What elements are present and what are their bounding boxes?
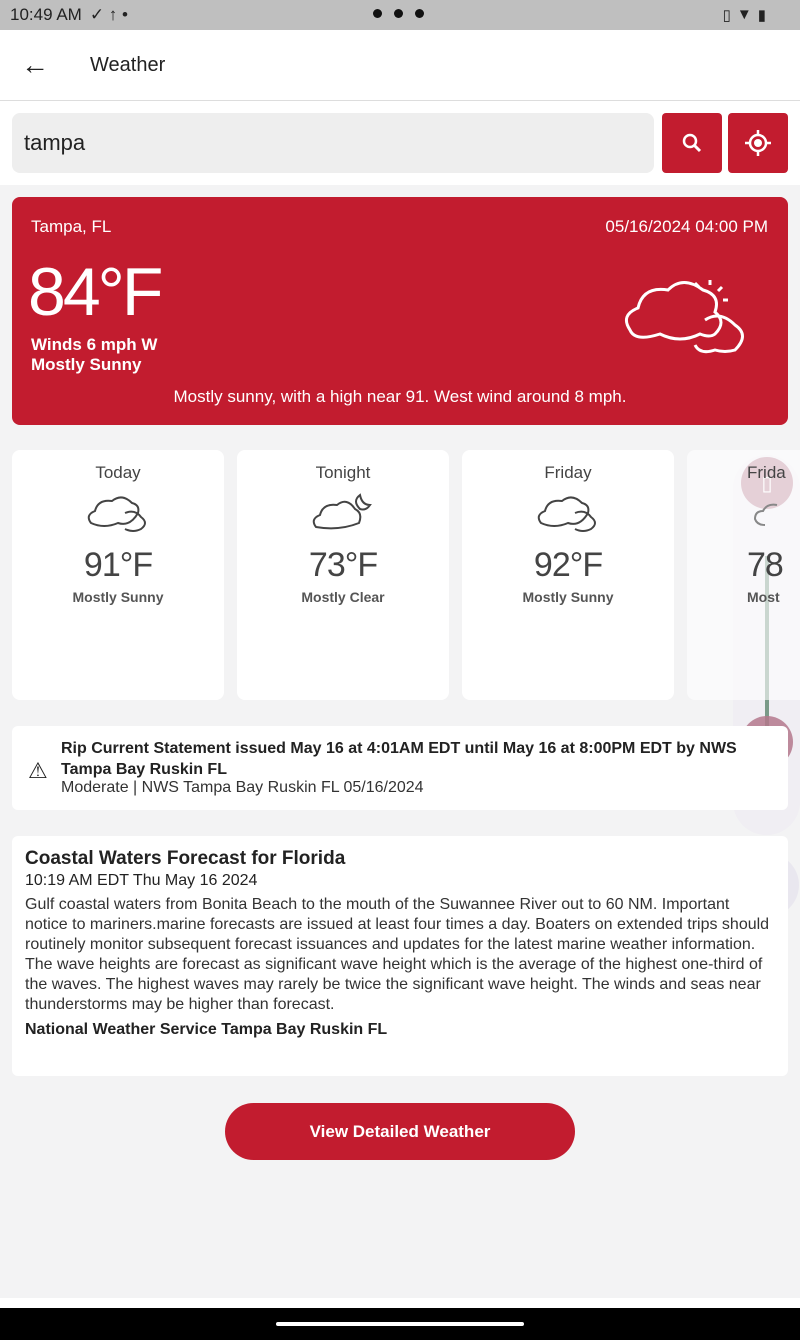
search-row: tampa xyxy=(0,101,800,185)
forecast-card[interactable]: Frida 78 Most xyxy=(687,450,800,700)
back-arrow-icon[interactable]: ← xyxy=(0,49,70,81)
view-detailed-weather-button[interactable]: View Detailed Weather xyxy=(225,1103,575,1160)
search-button[interactable] xyxy=(662,113,722,173)
search-icon xyxy=(682,133,702,153)
current-temperature: 84°F xyxy=(28,254,163,330)
wind-text: Winds 6 mph W xyxy=(31,335,158,354)
warning-icon: ⚠ xyxy=(28,758,48,783)
forecast-card[interactable]: Tonight 73°F Mostly Clear xyxy=(237,450,449,700)
wifi-icon: ▼ xyxy=(736,6,752,23)
camera-dots xyxy=(373,9,424,18)
bottom-spacer xyxy=(0,1298,800,1308)
system-icons: ▯ ▼ ▮ xyxy=(723,6,766,24)
forecast-card[interactable]: Today 91°F Mostly Sunny xyxy=(12,450,224,700)
period-condition: Mostly Sunny xyxy=(522,589,614,605)
period-temperature: 78 xyxy=(747,546,784,584)
partly-cloudy-night-icon xyxy=(312,493,372,530)
coastal-source: National Weather Service Tampa Bay Ruski… xyxy=(25,1021,388,1038)
app-bar: ← Weather xyxy=(0,30,800,101)
partly-sunny-icon xyxy=(87,496,146,532)
coastal-title: Coastal Waters Forecast for Florida xyxy=(25,848,346,869)
navigation-bar xyxy=(0,1308,800,1340)
cloud-icon xyxy=(753,503,778,526)
partly-sunny-icon xyxy=(537,496,596,532)
coastal-body: Gulf coastal waters from Bonita Beach to… xyxy=(25,896,770,1013)
period-label: Frida xyxy=(747,463,786,482)
page-title: Weather xyxy=(90,53,166,76)
condition-text: Mostly Sunny xyxy=(31,355,142,374)
vibrate-icon: ▯ xyxy=(722,7,731,24)
forecast-card[interactable]: Friday 92°F Mostly Sunny xyxy=(462,450,674,700)
period-label: Tonight xyxy=(315,463,371,482)
search-input[interactable]: tampa xyxy=(12,113,654,173)
my-location-icon xyxy=(745,130,771,156)
period-label: Friday xyxy=(544,463,592,482)
period-label: Today xyxy=(95,463,141,482)
status-time: 10:49 AM xyxy=(10,5,82,24)
partly-sunny-icon xyxy=(624,280,744,354)
period-condition: Most xyxy=(747,589,780,605)
check-icon: ✓ ↑ • xyxy=(89,5,128,24)
weather-alert[interactable]: ⚠ Rip Current Statement issued May 16 at… xyxy=(12,726,788,810)
forecast-description: Mostly sunny, with a high near 91. West … xyxy=(173,387,627,406)
coastal-date: 10:19 AM EDT Thu May 16 2024 xyxy=(25,872,258,889)
alert-subtitle: Moderate | NWS Tampa Bay Ruskin FL 05/16… xyxy=(61,779,424,796)
home-gesture-handle[interactable] xyxy=(276,1322,524,1326)
coastal-forecast-card: Coastal Waters Forecast for Florida 10:1… xyxy=(12,836,788,1076)
current-weather-card: Tampa, FL 05/16/2024 04:00 PM 84°F Winds… xyxy=(12,197,788,425)
status-bar: 10:49 AM ✓ ↑ • ▯ ▼ ▮ xyxy=(0,0,800,30)
period-condition: Mostly Sunny xyxy=(72,589,164,605)
observation-time: 05/16/2024 04:00 PM xyxy=(605,217,768,236)
alert-headline: Rip Current Statement issued May 16 at 4… xyxy=(61,740,737,778)
period-temperature: 91°F xyxy=(83,546,153,584)
forecast-carousel[interactable]: Today 91°F Mostly Sunny Tonight 73°F Mos… xyxy=(12,450,800,700)
battery-icon: ▮ xyxy=(757,7,766,24)
period-temperature: 92°F xyxy=(533,546,603,584)
period-condition: Mostly Clear xyxy=(301,589,385,605)
location-button[interactable] xyxy=(728,113,788,173)
period-temperature: 73°F xyxy=(308,546,378,584)
location-name: Tampa, FL xyxy=(31,217,112,236)
